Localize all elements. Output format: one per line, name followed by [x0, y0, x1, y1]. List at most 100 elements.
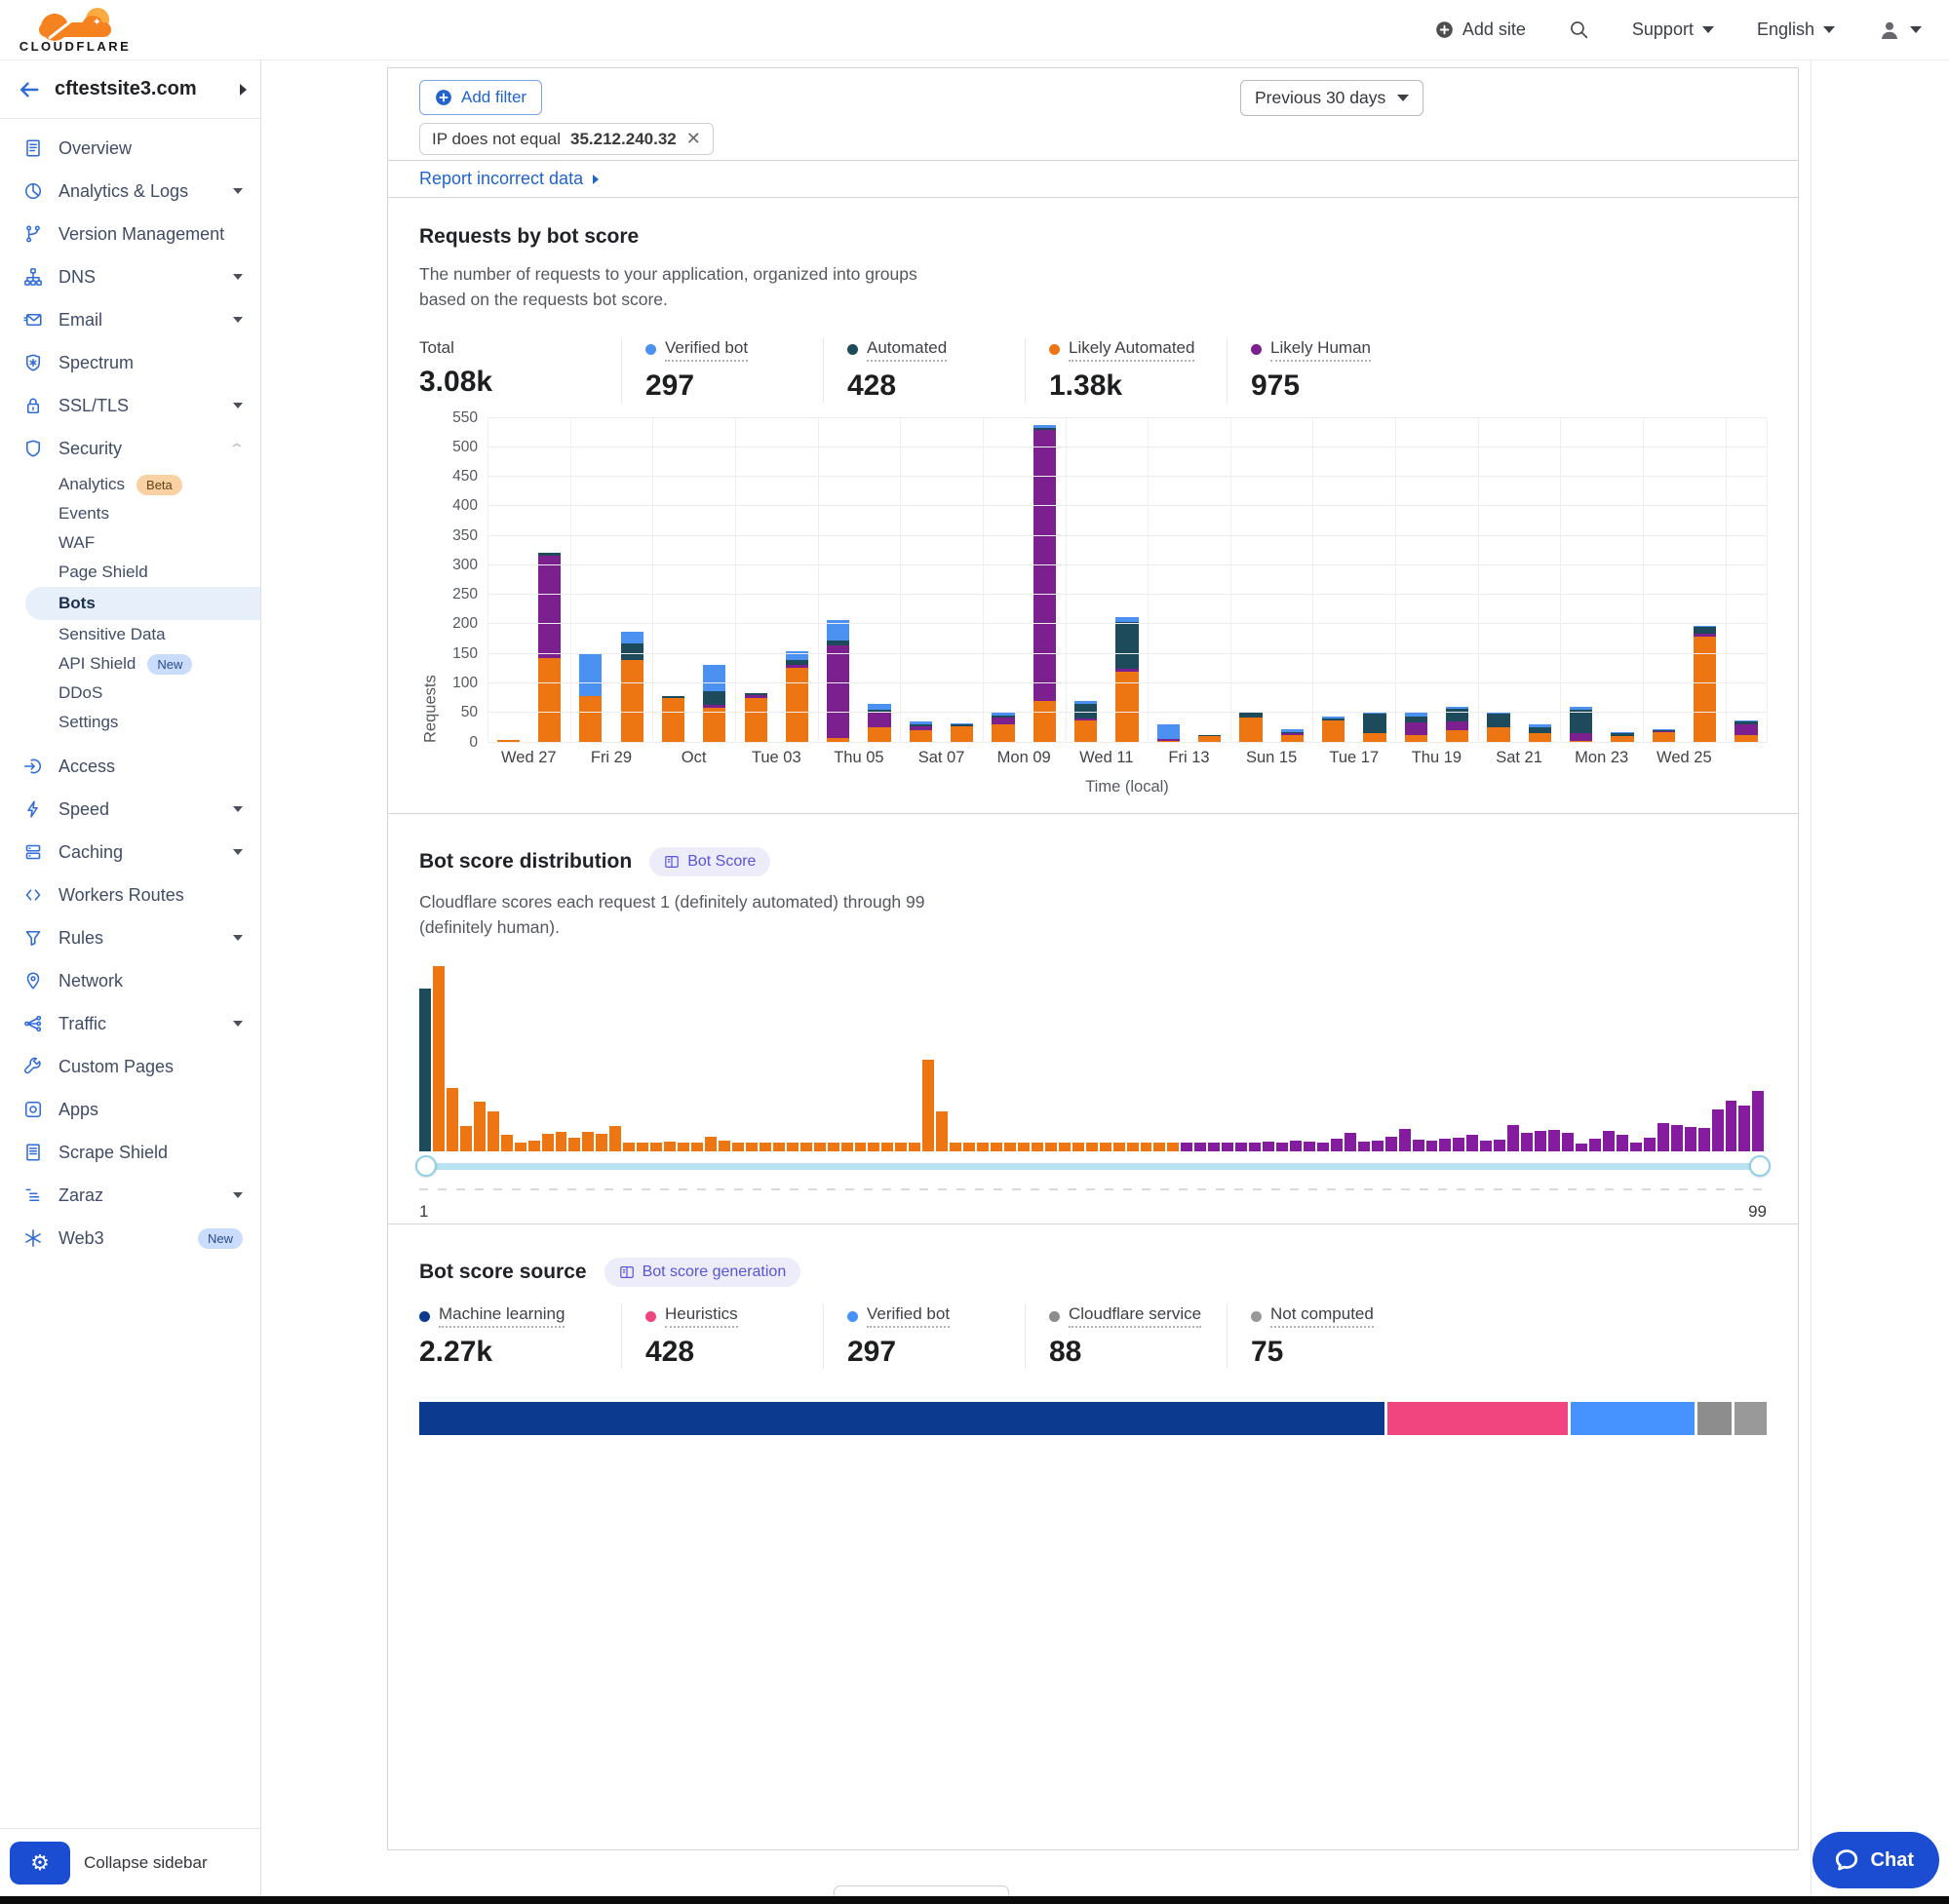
settings-gear-button[interactable]: ⚙: [10, 1842, 70, 1885]
add-filter-button[interactable]: Add filter: [419, 80, 542, 115]
x-tick-label: Sat 21: [1496, 749, 1542, 767]
location-pin-icon: [23, 971, 43, 991]
main-content: Add filter IP does not equal 35.212.240.…: [261, 60, 1949, 1896]
source-bar-segment: [1387, 1402, 1570, 1435]
histogram-bar: [977, 1143, 989, 1150]
sidebar-item-traffic[interactable]: Traffic: [0, 1002, 260, 1045]
slider-handle-max[interactable]: [1749, 1155, 1771, 1177]
remove-filter-icon[interactable]: ✕: [686, 129, 701, 149]
slider-track[interactable]: [419, 1163, 1767, 1170]
document-icon: [23, 138, 43, 158]
sidebar-subitem-events[interactable]: Events: [0, 499, 260, 528]
histogram-bar: [1004, 1143, 1016, 1150]
chevron-down-icon: [1910, 26, 1922, 33]
sidebar-item-scrape-shield[interactable]: Scrape Shield: [0, 1131, 260, 1174]
sidebar-item-version-management[interactable]: Version Management: [0, 213, 260, 255]
histogram-bar: [1194, 1143, 1206, 1150]
sidebar-item-custom-pages[interactable]: Custom Pages: [0, 1045, 260, 1088]
distribution-axis-labels: 1 Automated 99 Likely Human: [419, 1202, 1767, 1225]
chevron-down-icon: [1397, 95, 1409, 101]
bar-column: [570, 418, 611, 743]
chevron-down-icon: [233, 1021, 243, 1027]
x-tick-label: Wed 27: [501, 749, 557, 767]
sidebar-item-analytics-logs[interactable]: Analytics & Logs: [0, 170, 260, 213]
report-row: Report incorrect data: [387, 160, 1799, 198]
sidebar-item-ssl-tls[interactable]: SSL/TLS: [0, 384, 260, 427]
histogram-bar: [1466, 1135, 1478, 1150]
sidebar-subitem-page-shield[interactable]: Page Shield: [0, 558, 260, 587]
site-expand-icon[interactable]: [240, 84, 247, 96]
bar-segment: [1322, 720, 1345, 743]
histogram-bar: [1167, 1143, 1179, 1150]
sidebar-item-caching[interactable]: Caching: [0, 831, 260, 874]
histogram-bar: [1548, 1130, 1560, 1150]
time-range-selector[interactable]: Previous 30 days: [1240, 80, 1423, 116]
snowflake-icon: [23, 1228, 43, 1248]
language-menu[interactable]: English: [1757, 19, 1835, 40]
bar-column: [1313, 418, 1354, 743]
bar-segment: [1446, 721, 1468, 730]
histogram-bar: [1657, 1123, 1669, 1151]
sidebar-subitem-waf[interactable]: WAF: [0, 528, 260, 558]
bot-score-generation-badge[interactable]: Bot score generation: [604, 1258, 801, 1287]
sidebar-item-zaraz[interactable]: Zaraz: [0, 1174, 260, 1217]
bar-segment: [1570, 710, 1592, 733]
sidebar-item-rules[interactable]: Rules: [0, 916, 260, 959]
bar-segment: [621, 643, 643, 660]
sidebar-subitem-sensitive-data[interactable]: Sensitive Data: [0, 620, 260, 649]
add-site-button[interactable]: Add site: [1435, 19, 1526, 40]
sidebar-item-overview[interactable]: Overview: [0, 127, 260, 170]
sidebar-subitem-analytics[interactable]: Analytics Beta: [0, 470, 260, 499]
chevron-down-icon: [233, 849, 243, 855]
site-name: cftestsite3.com: [55, 78, 226, 100]
stat-verified-bot: Verified bot 297: [621, 338, 823, 403]
sidebar-subitem-bots[interactable]: Bots: [25, 587, 260, 620]
shield-icon: [23, 439, 43, 458]
sidebar-item-web3[interactable]: Web3 New: [0, 1217, 260, 1260]
search-button[interactable]: [1569, 19, 1589, 40]
chat-button[interactable]: Chat: [1813, 1832, 1939, 1888]
histogram-bar: [1127, 1143, 1139, 1150]
requests-plot: [487, 418, 1767, 743]
back-arrow-icon[interactable]: [18, 78, 41, 101]
sidebar-subitem-settings[interactable]: Settings: [0, 708, 260, 737]
bar-segment: [579, 696, 602, 742]
x-tick-label: Wed 11: [1079, 749, 1133, 767]
stat-verified-bot-src: Verified bot 297: [823, 1304, 1025, 1369]
slider-handle-min[interactable]: [415, 1155, 437, 1177]
chat-bubble-icon: [1834, 1847, 1859, 1873]
report-incorrect-data-link[interactable]: Report incorrect data: [419, 169, 583, 189]
site-header: cftestsite3.com: [0, 60, 260, 119]
bar-column: [983, 418, 1024, 743]
sidebar-item-network[interactable]: Network: [0, 959, 260, 1002]
bar-column: [611, 418, 652, 743]
histogram-bar: [1413, 1140, 1424, 1150]
sidebar-subitem-ddos[interactable]: DDoS: [0, 679, 260, 708]
sidebar-item-email[interactable]: Email: [0, 298, 260, 341]
source-bar-segment: [1571, 1402, 1697, 1435]
histogram-bar: [855, 1143, 867, 1150]
sidebar-item-workers-routes[interactable]: Workers Routes: [0, 874, 260, 916]
account-menu[interactable]: [1878, 19, 1922, 42]
cutoff-panel-edge: [834, 1885, 1009, 1896]
sidebar-item-speed[interactable]: Speed: [0, 788, 260, 831]
sidebar-subitem-api-shield[interactable]: API Shield New: [0, 649, 260, 679]
sidebar-item-apps[interactable]: Apps: [0, 1088, 260, 1131]
sidebar-item-access[interactable]: Access: [0, 745, 260, 788]
bar-column: [1395, 418, 1436, 743]
filter-chip-text: IP does not equal: [432, 130, 561, 149]
histogram-bar: [787, 1143, 799, 1150]
filter-chip[interactable]: IP does not equal 35.212.240.32 ✕: [419, 123, 714, 155]
sidebar-item-security[interactable]: Security ⌃: [0, 427, 260, 470]
histogram-bar: [1521, 1133, 1533, 1150]
bar-column: [818, 418, 859, 743]
bar-column: [776, 418, 817, 743]
bot-score-badge[interactable]: Bot Score: [649, 847, 770, 876]
cloudflare-logo[interactable]: ✦ CLOUDFLARE: [18, 8, 133, 54]
histogram-bar: [433, 966, 445, 1151]
requests-bar-chart: Requests 0501001502002503003504004505005…: [419, 418, 1767, 797]
sidebar-item-spectrum[interactable]: Spectrum: [0, 341, 260, 384]
support-menu[interactable]: Support: [1632, 19, 1714, 40]
collapse-sidebar-button[interactable]: Collapse sidebar: [84, 1853, 208, 1873]
sidebar-item-dns[interactable]: DNS: [0, 255, 260, 298]
